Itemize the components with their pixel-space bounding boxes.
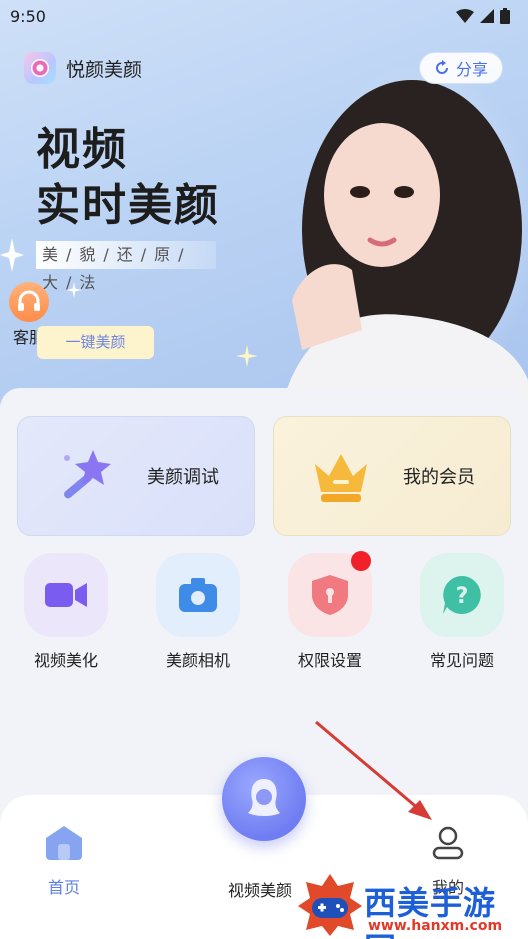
hero-headline: 视频 实时美颜: [36, 122, 220, 234]
wifi-icon: [456, 9, 474, 23]
app-logo-icon: [24, 52, 56, 84]
nav-home-label: 首页: [47, 878, 80, 897]
video-camera-icon: [24, 553, 108, 637]
svg-text:?: ?: [456, 584, 469, 609]
beauty-debug-label: 美颜调试: [147, 467, 219, 488]
nav-center-label: 视频美颜: [228, 881, 293, 900]
refresh-share-icon: [436, 60, 448, 74]
question-icon: ?: [420, 553, 504, 637]
app-name: 悦颜美颜: [66, 58, 143, 81]
crown-icon: [315, 454, 367, 502]
tool-beauty-camera[interactable]: 美颜相机: [132, 553, 264, 671]
hero-banner: 9:50 悦颜美颜 分享 视频 实时美颜 美/貌/还/原/大/法 客服 一键美颜: [0, 0, 528, 405]
hero-tagline: 美/貌/还/原/大/法: [36, 241, 216, 292]
tool-grid: 视频美化 美颜相机 权限设置 ? 常见问题: [0, 551, 528, 671]
home-icon: [46, 826, 82, 860]
gamepad-logo-icon: [298, 874, 362, 936]
tool-label: 常见问题: [429, 651, 494, 670]
tool-label: 视频美化: [33, 651, 98, 670]
camera-icon: [156, 553, 240, 637]
beauty-debug-card[interactable]: 美颜调试: [17, 416, 255, 536]
share-button[interactable]: 分享: [419, 52, 503, 84]
my-membership-card[interactable]: 我的会员: [273, 416, 511, 536]
person-icon: [248, 779, 280, 816]
hero-portrait-image: [282, 80, 528, 405]
my-membership-label: 我的会员: [403, 467, 475, 488]
tool-video-beautify[interactable]: 视频美化: [0, 553, 132, 671]
tool-faq[interactable]: ? 常见问题: [396, 553, 528, 671]
status-time: 9:50: [10, 6, 46, 26]
signal-icon: [480, 9, 494, 23]
share-label: 分享: [455, 60, 488, 79]
headline-line1: 视频: [36, 124, 128, 175]
app-brand: 悦颜美颜: [24, 52, 142, 84]
sparkle-icon: [236, 345, 258, 367]
tool-label: 权限设置: [297, 651, 362, 670]
magic-wand-icon: [64, 450, 111, 499]
one-click-beauty-button[interactable]: 一键美颜: [37, 326, 154, 359]
sparkle-icon: [0, 238, 24, 272]
sparkle-icon: [66, 282, 82, 298]
headline-line2: 实时美颜: [36, 180, 220, 231]
battery-icon: [500, 8, 510, 24]
video-beauty-center-button[interactable]: [222, 757, 306, 841]
watermark-url: www.hanxm.com: [368, 918, 503, 934]
status-bar: 9:50: [0, 0, 528, 32]
user-icon: [432, 826, 464, 860]
tool-permission-settings[interactable]: 权限设置: [264, 551, 396, 671]
status-icons: [456, 8, 510, 24]
headset-icon: [9, 282, 49, 322]
notification-badge: [351, 551, 371, 571]
watermark: 西美手游网 www.hanxm.com: [298, 872, 528, 939]
nav-home[interactable]: 首页: [46, 826, 82, 898]
tool-label: 美颜相机: [165, 651, 230, 670]
